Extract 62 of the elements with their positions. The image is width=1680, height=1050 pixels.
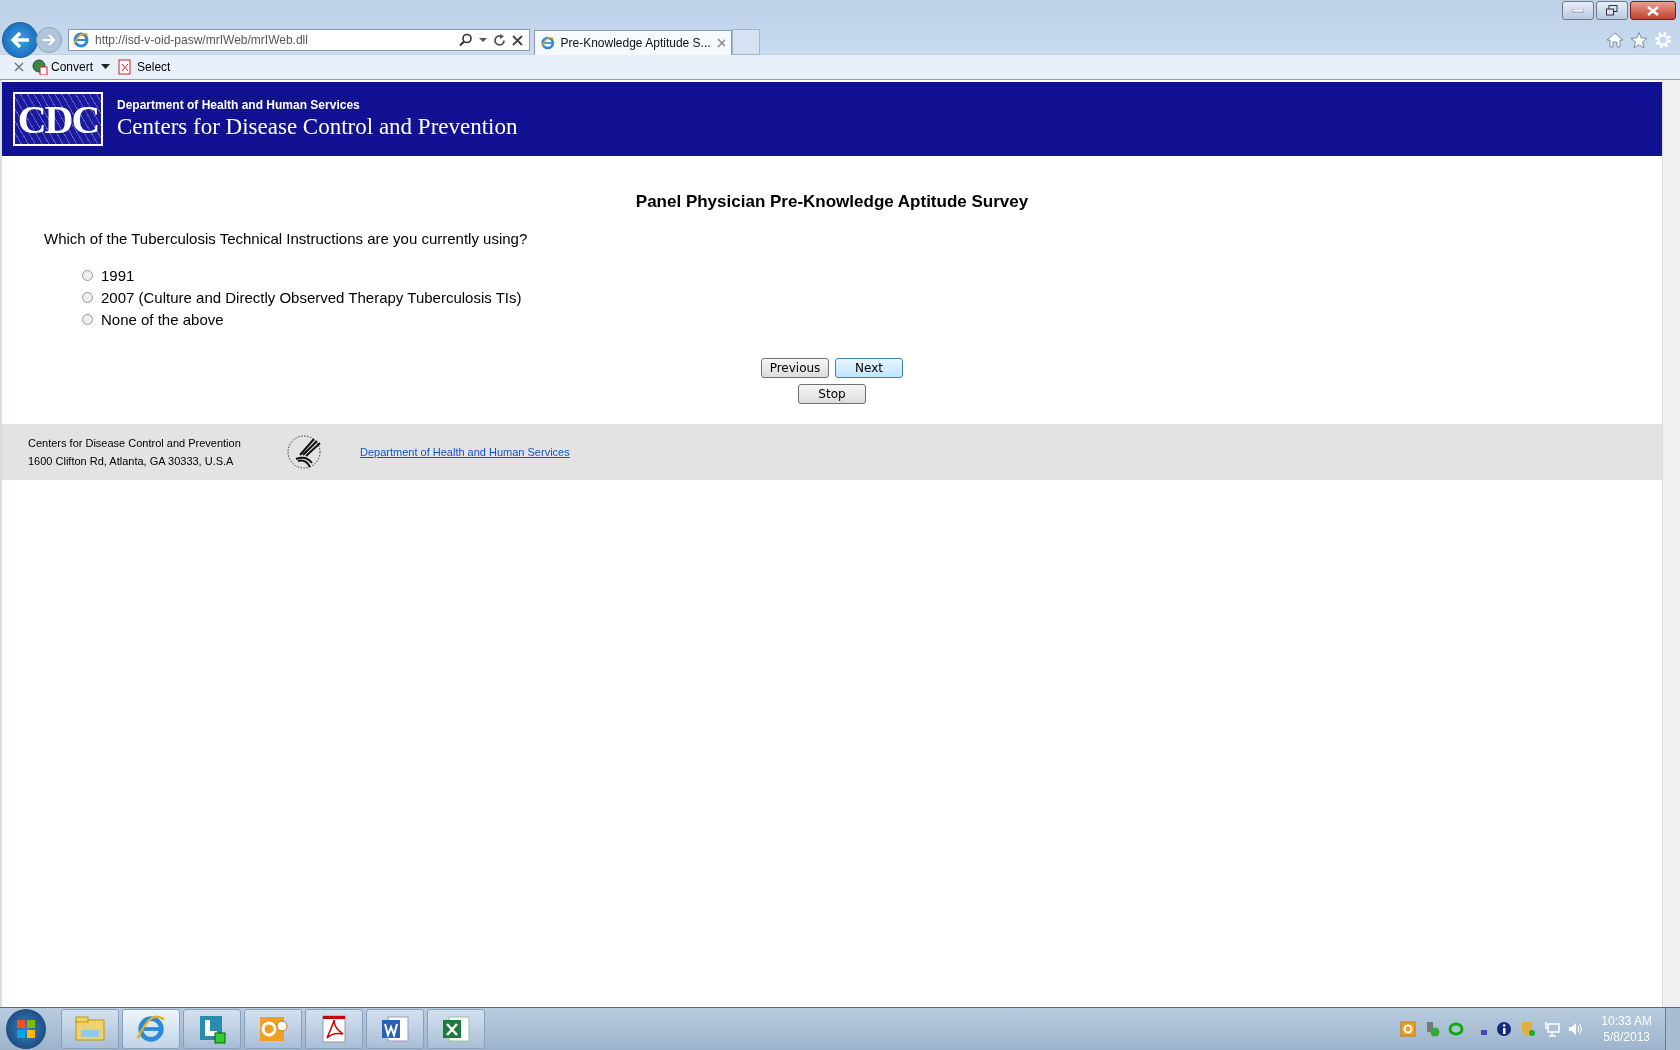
info-icon[interactable] — [1496, 1021, 1513, 1037]
close-icon[interactable] — [512, 34, 523, 46]
question-text: Which of the Tuberculosis Technical Instructions are you currently using? — [44, 230, 529, 247]
network-icon[interactable] — [1544, 1021, 1561, 1037]
close-icon — [1647, 5, 1659, 16]
tray-device-icon[interactable] — [1472, 1021, 1489, 1037]
hhs-link[interactable]: Department of Health and Human Services — [360, 446, 570, 458]
forward-button[interactable] — [36, 27, 62, 53]
forward-arrow-icon — [42, 34, 56, 46]
taskbar-document-app-icon[interactable] — [366, 1009, 424, 1049]
clock-time: 10:33 AM — [1601, 1014, 1652, 1028]
taskbar-mail-app-icon[interactable] — [244, 1009, 302, 1049]
restore-button[interactable] — [1596, 1, 1628, 20]
clock-date: 5/8/2013 — [1603, 1030, 1650, 1044]
toolbar-button[interactable]: Convert — [32, 59, 94, 75]
option-label[interactable]: 2007 (Culture and Directly Observed Therapy Tuberculosis TIs) — [101, 289, 522, 306]
speaker-icon[interactable] — [1568, 1021, 1585, 1037]
back-arrow-icon — [9, 31, 31, 49]
radio-button[interactable] — [82, 292, 93, 303]
vertical-scrollbar[interactable] — [1662, 80, 1680, 1007]
tray-shield-icon[interactable] — [1520, 1021, 1537, 1037]
toolbar-button[interactable]: Select — [118, 59, 171, 75]
show-desktop-button[interactable] — [1665, 1008, 1680, 1050]
stop-button[interactable]: Stop — [798, 384, 866, 404]
department-name: Department of Health and Human Services — [117, 98, 361, 112]
organization-name: Centers for Disease Control and Prevention — [28, 437, 242, 449]
start-button[interactable] — [6, 1009, 46, 1049]
taskbar-folder-icon[interactable] — [61, 1009, 119, 1049]
close-button[interactable] — [1630, 1, 1676, 20]
taskbar-browser-icon[interactable] — [122, 1009, 180, 1049]
nav-button[interactable]: Previous — [761, 358, 829, 378]
globe-document-icon — [32, 59, 48, 75]
minimize-icon — [1572, 8, 1584, 13]
dropdown-caret-icon[interactable] — [479, 37, 487, 43]
taskbar-spreadsheet-app-icon[interactable] — [427, 1009, 485, 1049]
star-icon[interactable] — [1630, 31, 1648, 49]
browser-e-icon — [73, 32, 89, 48]
radio-button[interactable] — [82, 314, 93, 325]
tray-app-icon[interactable] — [1400, 1021, 1417, 1037]
windows-logo-icon — [14, 1017, 38, 1041]
minimize-button[interactable] — [1562, 1, 1594, 20]
browser-e-icon — [541, 34, 555, 51]
search-icon[interactable] — [459, 33, 473, 47]
option-label[interactable]: None of the above — [101, 311, 224, 328]
option-label[interactable]: 1991 — [101, 267, 135, 284]
cdc-logo[interactable]: CDC — [13, 92, 103, 146]
taskbar-chat-app-icon[interactable] — [183, 1009, 241, 1049]
survey-title: Panel Physician Pre-Knowledge Aptitude Survey — [634, 192, 1030, 212]
address-text: 1600 Clifton Rd, Atlanta, GA 30333, U.S.A — [28, 455, 235, 467]
address-bar[interactable]: http://isd-v-oid-pasw/mrIWeb/mrIWeb.dll — [68, 29, 530, 51]
restore-icon — [1606, 5, 1618, 16]
radio-button[interactable] — [82, 270, 93, 281]
nav-button[interactable]: Next — [835, 358, 903, 378]
home-icon[interactable] — [1606, 32, 1624, 48]
tray-sync-icon[interactable] — [1448, 1021, 1465, 1037]
back-button[interactable] — [2, 22, 38, 58]
refresh-icon[interactable] — [493, 33, 506, 47]
agency-title: Centers for Disease Control and Prevention — [117, 114, 518, 140]
browser-tab[interactable]: Pre-Knowledge Aptitude S... — [534, 29, 732, 55]
dropdown-caret-icon[interactable] — [101, 64, 111, 70]
taskbar-pdf-app-icon[interactable] — [305, 1009, 363, 1049]
close-tab-icon[interactable] — [716, 37, 725, 48]
